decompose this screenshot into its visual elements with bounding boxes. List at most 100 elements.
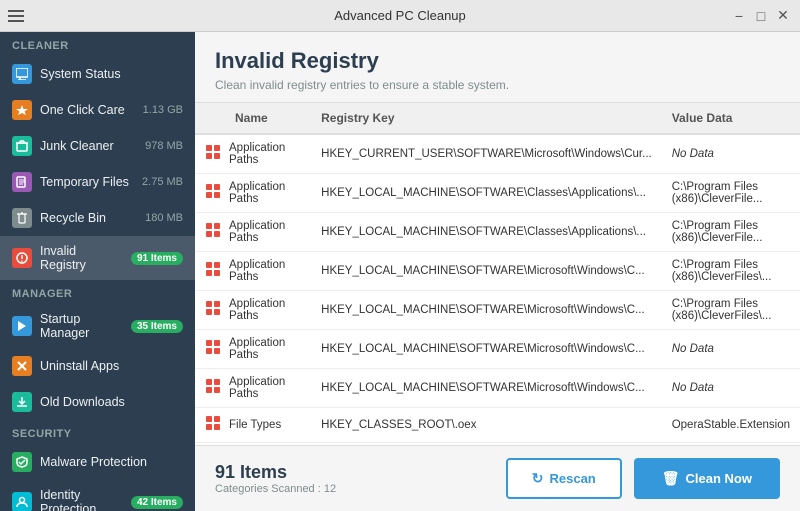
- registry-row-icon: [205, 183, 221, 203]
- row-value-cell: No Data: [662, 369, 800, 408]
- maximize-button[interactable]: □: [752, 7, 770, 25]
- row-value-cell: C:\Program Files (x86)\CleverFiles\...: [662, 291, 800, 330]
- security-section-label: Security: [0, 420, 195, 444]
- row-value-cell: No Data: [662, 330, 800, 369]
- window-controls: − □ ✕: [730, 7, 792, 25]
- row-key-cell: HKEY_CLASSES_ROOT\.oex: [311, 408, 662, 443]
- row-key-cell: HKEY_LOCAL_MACHINE\SOFTWARE\Classes\Appl…: [311, 174, 662, 213]
- rescan-button[interactable]: ↻ Rescan: [506, 458, 622, 499]
- page-subtitle: Clean invalid registry entries to ensure…: [215, 78, 780, 92]
- cleaner-section-label: Cleaner: [0, 32, 195, 56]
- table-row: Application Paths HKEY_LOCAL_MACHINE\SOF…: [195, 252, 800, 291]
- sidebar-item-malware-protection[interactable]: Malware Protection: [0, 444, 195, 480]
- sidebar-item-junk-cleaner[interactable]: Junk Cleaner 978 MB: [0, 128, 195, 164]
- sidebar-item-invalid-registry[interactable]: Invalid Registry 91 Items: [0, 236, 195, 280]
- table-header: Name Registry Key Value Data: [195, 103, 800, 134]
- sidebar-item-uninstall-apps[interactable]: Uninstall Apps: [0, 348, 195, 384]
- footer-info: 91 Items Categories Scanned : 12: [215, 462, 336, 495]
- clean-now-button[interactable]: 🗑 Clean Now: [634, 458, 780, 499]
- registry-row-icon: [205, 144, 221, 164]
- table-row: Application Paths HKEY_LOCAL_MACHINE\SOF…: [195, 213, 800, 252]
- close-button[interactable]: ✕: [774, 7, 792, 25]
- row-name-cell: Application Paths: [195, 213, 311, 252]
- one-click-care-icon: [12, 100, 32, 120]
- table-row: Application Paths HKEY_LOCAL_MACHINE\SOF…: [195, 174, 800, 213]
- sidebar-item-recycle-bin[interactable]: Recycle Bin 180 MB: [0, 200, 195, 236]
- sidebar-item-startup-manager[interactable]: Startup Manager 35 Items: [0, 304, 195, 348]
- table-body: Application Paths HKEY_CURRENT_USER\SOFT…: [195, 134, 800, 445]
- table-row: Application Paths HKEY_CURRENT_USER\SOFT…: [195, 134, 800, 174]
- system-status-icon: [12, 64, 32, 84]
- rescan-icon: ↻: [532, 470, 544, 487]
- sidebar-item-system-status[interactable]: System Status: [0, 56, 195, 92]
- junk-cleaner-size: 978 MB: [145, 140, 183, 152]
- row-name-cell: Application Paths: [195, 252, 311, 291]
- recycle-bin-size: 180 MB: [145, 212, 183, 224]
- invalid-registry-label: Invalid Registry: [40, 244, 123, 272]
- registry-row-icon: [205, 378, 221, 398]
- startup-manager-label: Startup Manager: [40, 312, 123, 340]
- table-row: Application Paths HKEY_LOCAL_MACHINE\SOF…: [195, 369, 800, 408]
- row-name-cell: Application Paths: [195, 291, 311, 330]
- invalid-registry-icon: [12, 248, 32, 268]
- identity-protection-badge: 42 Items: [131, 496, 183, 509]
- identity-protection-icon: [12, 492, 32, 511]
- titlebar-left: [8, 10, 24, 22]
- content-header: Invalid Registry Clean invalid registry …: [195, 32, 800, 103]
- registry-row-icon: [205, 261, 221, 281]
- row-name-cell: Application Paths: [195, 174, 311, 213]
- row-key-cell: HKEY_LOCAL_MACHINE\SOFTWARE\Microsoft\Wi…: [311, 369, 662, 408]
- junk-cleaner-label: Junk Cleaner: [40, 139, 137, 153]
- old-downloads-label: Old Downloads: [40, 395, 183, 409]
- row-value-cell: No Data: [662, 134, 800, 174]
- junk-cleaner-icon: [12, 136, 32, 156]
- sidebar-item-old-downloads[interactable]: Old Downloads: [0, 384, 195, 420]
- row-value-cell: C:\Program Files (x86)\CleverFile...: [662, 213, 800, 252]
- sidebar-item-temporary-files[interactable]: Temporary Files 2.75 MB: [0, 164, 195, 200]
- col-key-header: Registry Key: [311, 103, 662, 134]
- registry-row-icon: [205, 222, 221, 242]
- malware-protection-icon: [12, 452, 32, 472]
- old-downloads-icon: [12, 392, 32, 412]
- registry-table-wrapper[interactable]: Name Registry Key Value Data: [195, 103, 800, 445]
- menu-icon[interactable]: [8, 10, 24, 22]
- footer-actions: ↻ Rescan 🗑 Clean Now: [506, 458, 780, 499]
- row-value-cell: OperaStable.Extension: [662, 408, 800, 443]
- row-value-cell: C:\Program Files (x86)\CleverFile...: [662, 174, 800, 213]
- table-row: Application Paths HKEY_LOCAL_MACHINE\SOF…: [195, 291, 800, 330]
- main-layout: Cleaner System Status One Click Care 1.1…: [0, 32, 800, 511]
- registry-table: Name Registry Key Value Data: [195, 103, 800, 445]
- table-row: Application Paths HKEY_LOCAL_MACHINE\SOF…: [195, 330, 800, 369]
- row-name-cell: Application Paths: [195, 369, 311, 408]
- titlebar: Advanced PC Cleanup − □ ✕: [0, 0, 800, 32]
- row-key-cell: HKEY_LOCAL_MACHINE\SOFTWARE\Microsoft\Wi…: [311, 252, 662, 291]
- manager-section-label: Manager: [0, 280, 195, 304]
- row-key-cell: HKEY_LOCAL_MACHINE\SOFTWARE\Microsoft\Wi…: [311, 291, 662, 330]
- one-click-care-label: One Click Care: [40, 103, 135, 117]
- registry-row-icon: [205, 300, 221, 320]
- startup-manager-badge: 35 Items: [131, 320, 183, 333]
- registry-row-icon: [205, 415, 221, 435]
- content-area: Invalid Registry Clean invalid registry …: [195, 32, 800, 511]
- row-name-cell: Application Paths: [195, 330, 311, 369]
- recycle-bin-label: Recycle Bin: [40, 211, 137, 225]
- app-title: Advanced PC Cleanup: [334, 8, 466, 23]
- identity-protection-label: Identity Protection: [40, 488, 123, 511]
- recycle-bin-icon: [12, 208, 32, 228]
- malware-protection-label: Malware Protection: [40, 455, 183, 469]
- sidebar: Cleaner System Status One Click Care 1.1…: [0, 32, 195, 511]
- sidebar-item-one-click-care[interactable]: One Click Care 1.13 GB: [0, 92, 195, 128]
- row-key-cell: HKEY_CURRENT_USER\SOFTWARE\Microsoft\Win…: [311, 134, 662, 174]
- sidebar-item-identity-protection[interactable]: Identity Protection 42 Items: [0, 480, 195, 511]
- temporary-files-label: Temporary Files: [40, 175, 134, 189]
- clean-icon: 🗑: [662, 470, 680, 487]
- row-key-cell: HKEY_LOCAL_MACHINE\SOFTWARE\Classes\Appl…: [311, 213, 662, 252]
- uninstall-apps-icon: [12, 356, 32, 376]
- page-title: Invalid Registry: [215, 48, 780, 74]
- system-status-label: System Status: [40, 67, 183, 81]
- uninstall-apps-label: Uninstall Apps: [40, 359, 183, 373]
- col-name-header: Name: [195, 103, 311, 134]
- footer-bar: 91 Items Categories Scanned : 12 ↻ Resca…: [195, 445, 800, 511]
- registry-row-icon: [205, 339, 221, 359]
- minimize-button[interactable]: −: [730, 7, 748, 25]
